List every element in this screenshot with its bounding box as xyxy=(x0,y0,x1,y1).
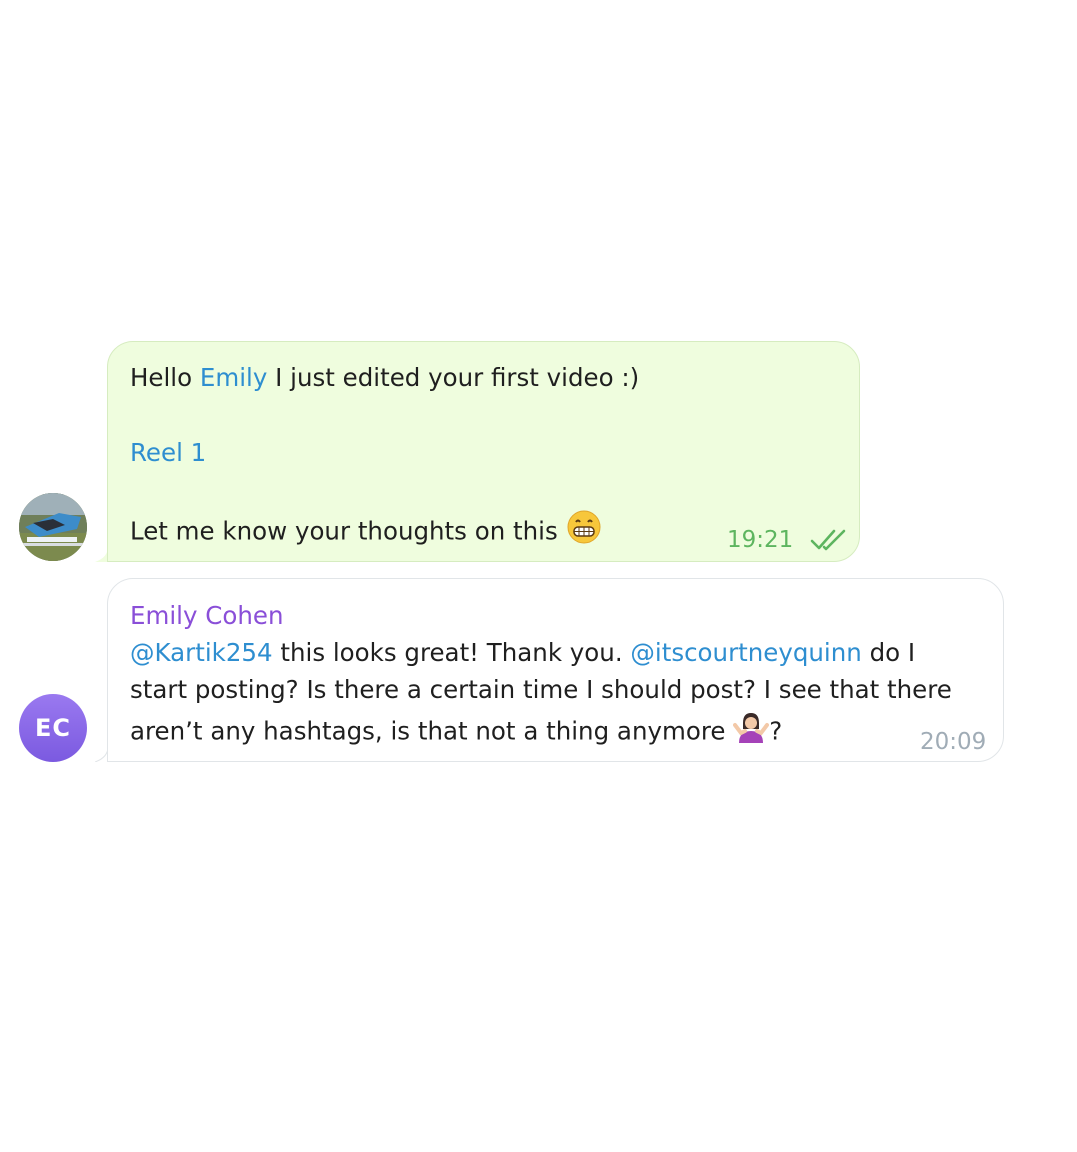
double-check-icon xyxy=(810,529,846,551)
message-text: do I xyxy=(861,638,916,667)
user-photo-avatar xyxy=(19,493,87,561)
sender-avatar[interactable] xyxy=(19,493,87,561)
message-text: Hello xyxy=(130,363,200,392)
sender-name[interactable]: Emily Cohen xyxy=(130,597,283,635)
message-time: 20:09 xyxy=(920,729,987,755)
message-line-3: aren’t any hashtags, is that not a thing… xyxy=(130,709,782,756)
grinning-face-emoji xyxy=(566,509,602,556)
message-text: ? xyxy=(769,716,783,746)
message-time: 19:21 xyxy=(727,527,794,553)
reel-link[interactable]: Reel 1 xyxy=(130,434,206,472)
outgoing-message-bubble[interactable]: Hello Emily I just edited your first vid… xyxy=(107,341,860,562)
message-line-1: Hello Emily I just edited your first vid… xyxy=(130,359,639,397)
emily-avatar[interactable]: EC xyxy=(19,694,87,762)
message-line-2: start posting? Is there a certain time I… xyxy=(130,675,952,704)
message-text: Let me know your thoughts on this xyxy=(130,516,566,546)
message-text: this looks great! Thank you. xyxy=(272,638,631,667)
mention-link[interactable]: @Kartik254 xyxy=(130,638,273,667)
mention-link[interactable]: @itscourtneyquinn xyxy=(630,638,861,667)
message-text: aren’t any hashtags, is that not a thing… xyxy=(130,716,734,746)
message-line-1: @Kartik254 this looks great! Thank you. … xyxy=(130,634,915,672)
woman-shrugging-emoji xyxy=(733,709,770,756)
message-line-3: Let me know your thoughts on this xyxy=(130,509,602,556)
message-text: I just edited your first video :) xyxy=(267,363,640,392)
mention-link[interactable]: Emily xyxy=(200,363,267,392)
incoming-message-bubble[interactable]: Emily Cohen @Kartik254 this looks great!… xyxy=(107,578,1004,762)
